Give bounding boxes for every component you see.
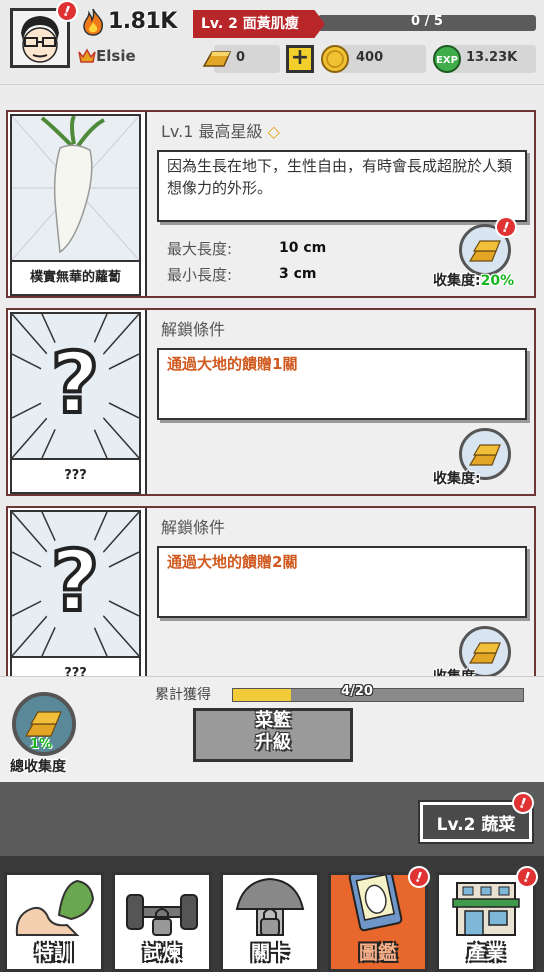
veg-level-label: Lv.2 蔬菜 [436,815,516,835]
unlock-condition-text: 通過大地的饋贈2關 [157,546,527,618]
star-diamond-icon: ◇ [267,122,280,141]
exp-count: 13.23K [466,50,518,65]
unlock-condition-text: 通過大地的饋贈1關 [157,348,527,420]
collect-label: 收集度: [433,273,481,289]
mushroom-lock-icon [235,877,305,936]
coin-count: 400 [356,50,384,65]
unlock-condition-title: 解鎖條件 [161,320,226,339]
dumbbell-lock-icon [126,894,198,936]
collection-card[interactable]: 樸實無華的蘿蔔 Lv.1 最高星級 ◇ 因為生長在地下，生性自由，有時會長成超脫… [6,110,536,298]
tab-label-collection: 圖鑑 [358,942,397,964]
add-gold-button[interactable]: + [286,45,314,73]
collection-card-locked[interactable]: ? ??? 解鎖條件 通過大地的饋贈1關 收集度: [6,308,536,496]
min-length-label: 最小長度: [167,266,233,284]
card-description: 因為生長在地下，生性自由，有時會長成超脫於人類想像力的外形。 [157,150,527,222]
gold-bar-icon [202,51,232,67]
collection-card-locked[interactable]: ? ??? 解鎖條件 通過大地的饋贈2關 收集度 [6,506,536,680]
max-length-label: 最大長度: [167,240,233,258]
exp-icon: EXP [433,45,461,73]
collect-percent: 20% [480,273,515,289]
card-image [10,114,141,262]
gold-bar-count: 0 [236,50,246,65]
card-detail: 解鎖條件 通過大地的饋贈1關 收集度: [145,310,534,494]
level-progress-text: 0 / 5 [411,14,443,29]
min-length-value: 3 cm [279,266,317,282]
svg-text:EXP: EXP [436,55,458,66]
player-name: Elsie [96,47,136,65]
upgrade-label-line1: 菜籃 [255,710,291,731]
accumulate-label: 累計獲得 [155,687,211,703]
tab-label-industry: 產業 [466,942,505,964]
tab-label-stage: 關卡 [250,942,289,964]
card-name: ??? [10,460,141,494]
card-name: 樸實無華的蘿蔔 [10,262,141,296]
accumulate-progress-text: 4/20 [341,684,373,699]
flexing-arm-vegetable-icon [15,879,95,936]
flame-icon [83,8,104,36]
card-image-locked: ? [10,312,141,460]
power-value: 1.81K [108,9,177,34]
collect-label: 收集度: [433,471,481,487]
crown-icon [78,48,96,63]
svg-text:?: ? [51,334,100,432]
max-length-value: 10 cm [279,240,327,256]
card-title: Lv.1 最高星級 [161,122,263,141]
question-mark-icon: ? [12,314,139,458]
upgrade-label-line2: 升級 [255,732,291,753]
svg-text:?: ? [51,532,100,630]
question-mark-icon: ? [12,512,139,656]
tab-label-trial: 試煉 [142,942,181,964]
unlock-condition-title: 解鎖條件 [161,518,226,537]
radish-icon [12,116,139,260]
total-collect-label: 總收集度 [10,759,66,775]
card-detail: 解鎖條件 通過大地的饋贈2關 收集度 [145,508,534,680]
card-detail: Lv.1 最高星級 ◇ 因為生長在地下，生性自由，有時會長成超脫於人類想像力的外… [145,112,534,296]
level-title: Lv. 2 面黃肌瘦 [193,10,325,38]
total-collect-percent: 1% [30,737,53,752]
card-image-locked: ? [10,510,141,658]
basket-upgrade-label: 菜籃 升級 [193,710,353,754]
collection-list[interactable]: 樸實無華的蘿蔔 Lv.1 最高星級 ◇ 因為生長在地下，生性自由，有時會長成超脫… [0,100,544,680]
tab-label-training: 特訓 [34,942,73,964]
coin-icon [321,45,349,73]
